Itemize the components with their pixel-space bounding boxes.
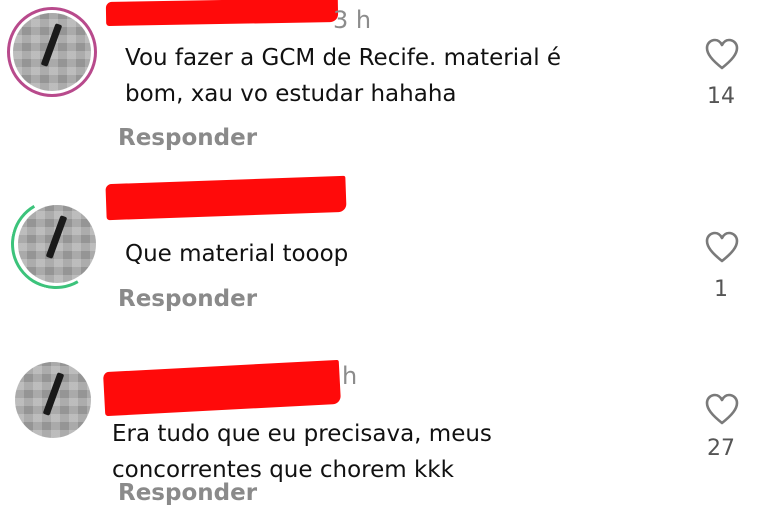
comment-line: Que material tooop: [125, 241, 349, 267]
reply-button[interactable]: Responder: [118, 286, 257, 312]
like-button[interactable]: [704, 230, 740, 264]
avatar[interactable]: [15, 362, 91, 438]
avatar[interactable]: [13, 13, 91, 91]
comments-page: 3 h Vou fazer a GCM de Recife. material …: [0, 0, 768, 512]
comment-line: Vou fazer a GCM de Recife. material é: [125, 45, 562, 71]
redaction-bar: [105, 0, 339, 27]
avatar[interactable]: [18, 205, 96, 283]
like-count: 14: [707, 84, 735, 109]
like-button[interactable]: [704, 37, 740, 71]
reply-button[interactable]: Responder: [118, 480, 257, 506]
comment-body: Que material tooop: [125, 236, 348, 272]
comment-time: 3 h: [333, 6, 372, 34]
comment-line: bom, xau vo estudar hahaha: [125, 81, 457, 107]
like-button[interactable]: [704, 392, 740, 426]
like-count: 1: [714, 277, 728, 302]
comment-body: Vou fazer a GCM de Recife. material é bo…: [125, 40, 561, 112]
heart-outline-icon: [705, 393, 739, 425]
redaction-bar: [105, 175, 347, 221]
comment-time: h: [342, 362, 358, 390]
comment-line: Era tudo que eu precisava, meus: [112, 421, 492, 447]
heart-outline-icon: [705, 38, 739, 70]
reply-button[interactable]: Responder: [118, 125, 257, 151]
heart-outline-icon: [705, 231, 739, 263]
comment-body: Era tudo que eu precisava, meus concorre…: [112, 416, 492, 488]
like-count: 27: [707, 436, 735, 461]
redaction-bar: [103, 359, 341, 417]
